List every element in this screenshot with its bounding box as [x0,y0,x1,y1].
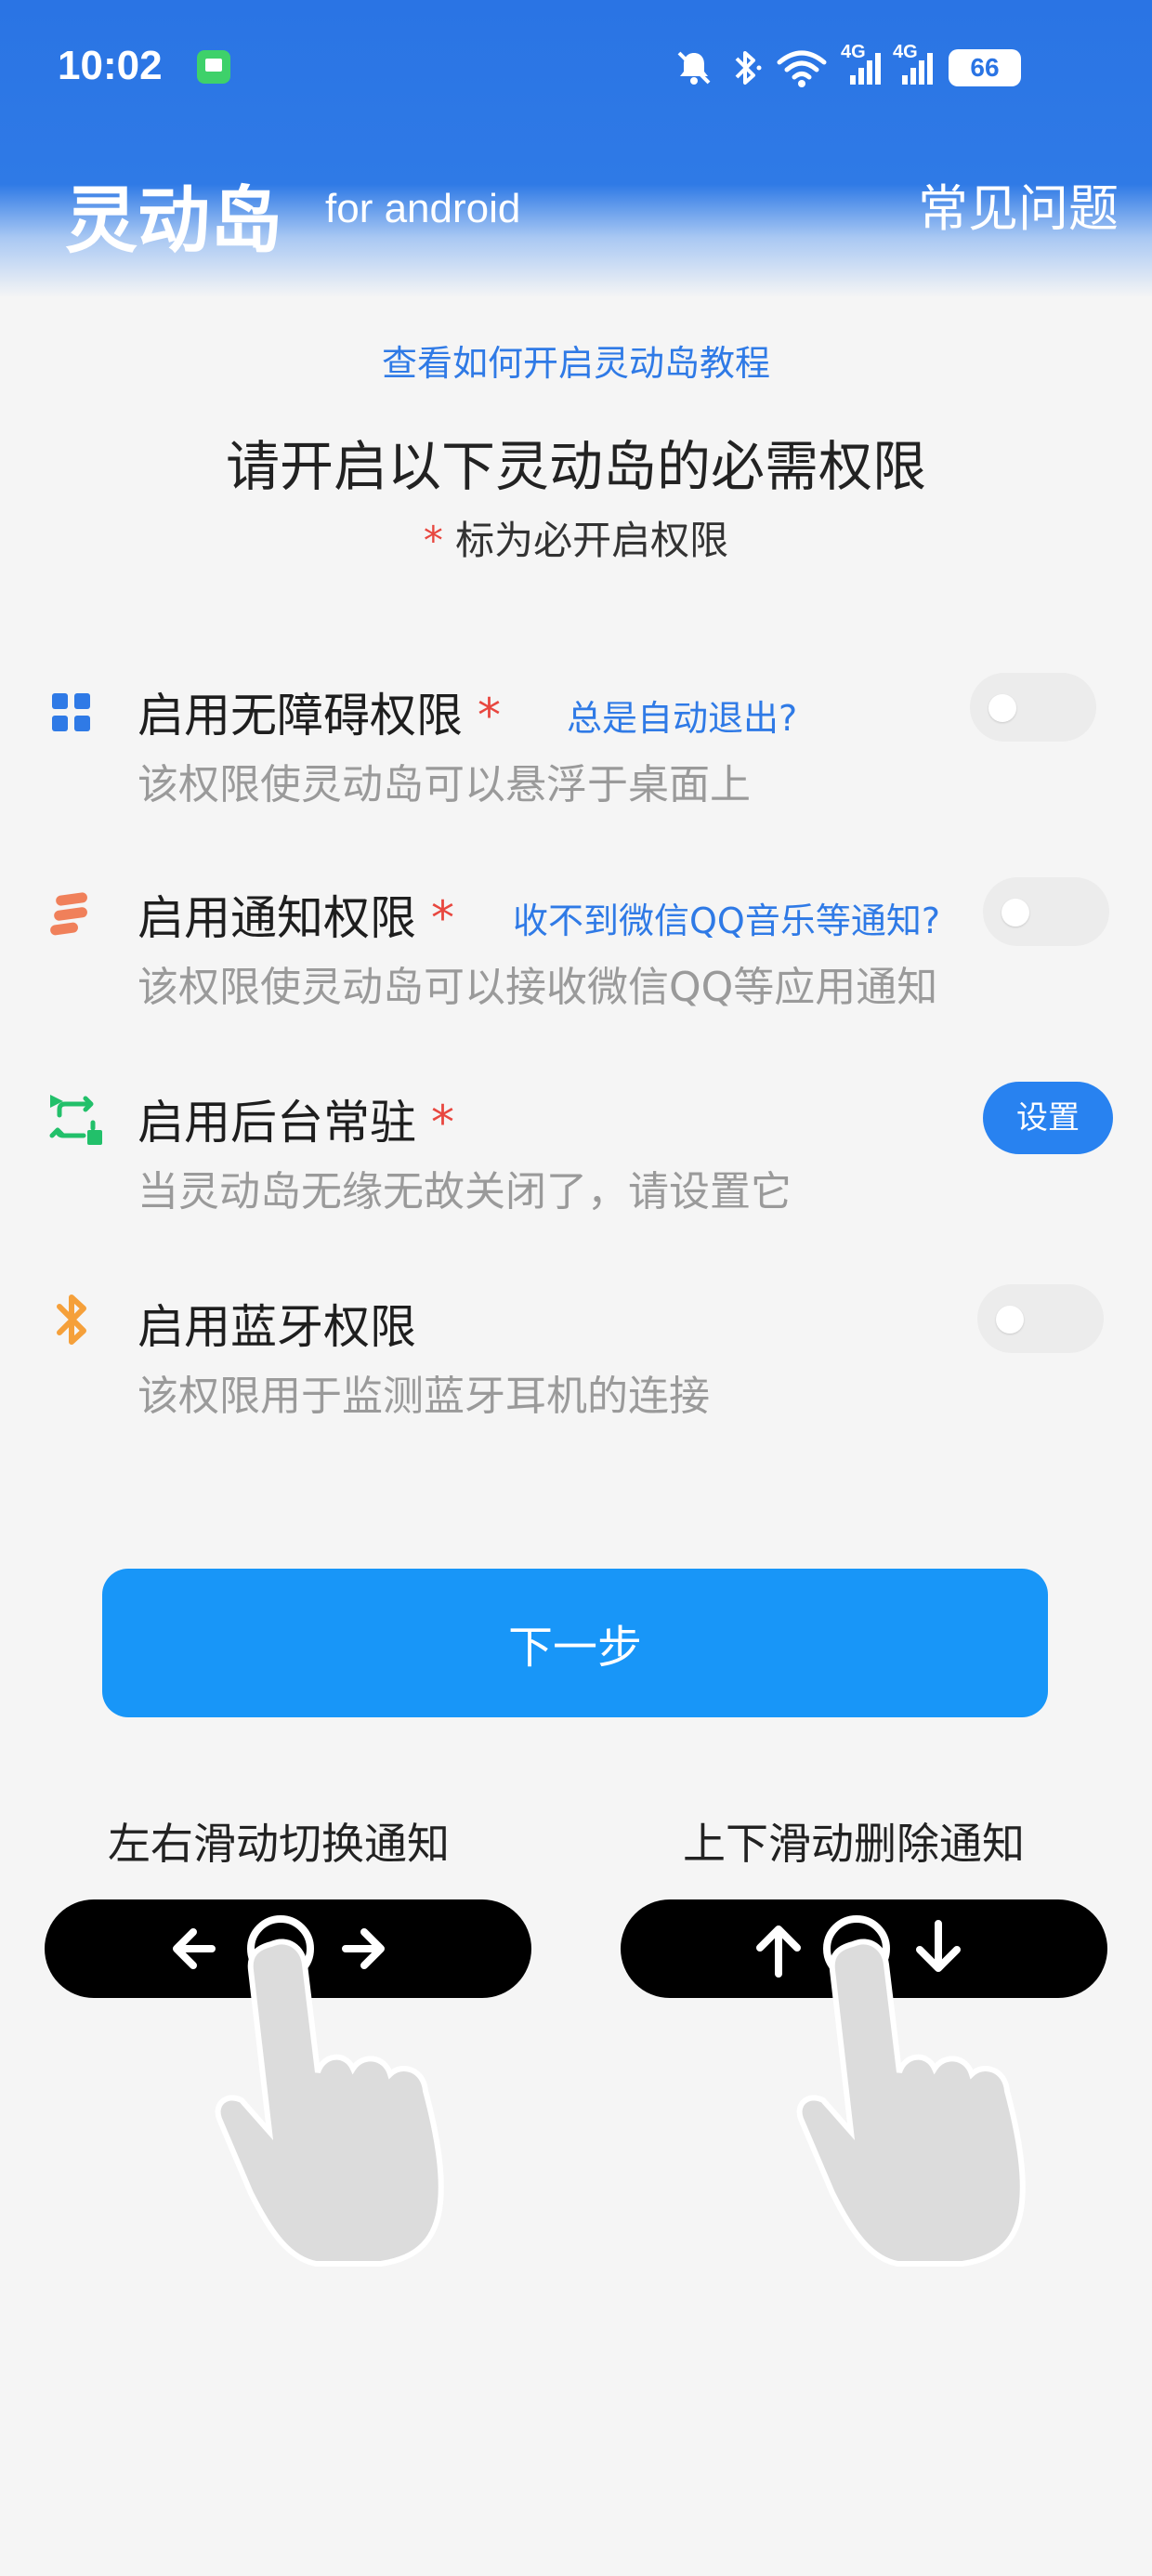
permission-description: 该权限使灵动岛可以悬浮于桌面上 [137,761,751,808]
app-subtitle: for android [325,186,521,231]
permission-title: 启用后台常驻 * [137,1085,454,1152]
mute-icon [674,47,714,88]
status-icons: 4G 4G 66 [674,42,1021,91]
accessibility-help-link[interactable]: 总是自动退出? [567,690,797,741]
app-header: 10:02 4G 4G 66 灵动岛 for android 常见问题 [0,0,1152,297]
bluetooth-icon [727,47,765,88]
permission-description: 该权限使灵动岛可以接收微信QQ等应用通知 [137,964,938,1011]
required-note: * 标为必开启权限 [0,509,1152,566]
app-title: 灵动岛 [65,179,283,263]
hand-pointer-icon [215,1939,444,2267]
status-time: 10:02 [58,43,163,88]
chat-app-icon [197,50,230,84]
gesture-label-delete: 上下滑动删除通知 [683,1819,1025,1869]
network-type-label: 4G [893,42,918,62]
required-star: * [431,891,454,945]
network-type-label: 4G [841,42,866,62]
permission-title-text: 启用无障碍权限 [137,689,463,743]
arrow-left-icon [173,1928,216,1969]
wifi-icon [774,47,830,88]
status-bar: 10:02 4G 4G 66 [0,37,1152,102]
permission-title: 启用通知权限 * [137,881,454,948]
notification-icon [46,888,98,940]
background-setup-button[interactable]: 设置 [983,1082,1113,1154]
permission-title: 启用蓝牙权限 [137,1290,431,1357]
permission-title-text: 启用通知权限 [137,891,416,945]
notification-toggle[interactable] [983,877,1109,946]
required-star: * [423,518,443,563]
required-star: * [478,689,501,743]
gesture-label-switch: 左右滑动切换通知 [108,1819,450,1869]
signal-icon: 4G [841,42,882,88]
battery-icon: 66 [949,49,1021,86]
required-star: * [431,1096,454,1150]
bluetooth-toggle[interactable] [977,1284,1104,1353]
permission-title: 启用无障碍权限 * [137,678,501,745]
arrow-up-icon [756,1925,801,1978]
tutorial-link[interactable]: 查看如何开启灵动岛教程 [0,335,1152,386]
bluetooth-icon [46,1290,98,1345]
grid-icon [46,688,98,740]
next-button[interactable]: 下一步 [102,1569,1048,1717]
permission-title-text: 启用后台常驻 [137,1096,416,1150]
notification-help-link[interactable]: 收不到微信QQ音乐等通知? [513,892,940,943]
page-title: 请开启以下灵动岛的必需权限 [225,435,926,498]
faq-link[interactable]: 常见问题 [918,167,1119,241]
permission-description: 当灵动岛无缘无故关闭了，请设置它 [137,1168,792,1216]
required-note-text: 标为必开启权限 [455,518,729,563]
hand-pointer-icon [796,1939,1026,2267]
signal-icon: 4G [893,42,934,88]
accessibility-toggle[interactable] [970,673,1096,742]
permission-description: 该权限用于监测蓝牙耳机的连接 [137,1373,710,1420]
background-run-icon [46,1089,102,1145]
permission-title-text: 启用蓝牙权限 [137,1300,416,1354]
